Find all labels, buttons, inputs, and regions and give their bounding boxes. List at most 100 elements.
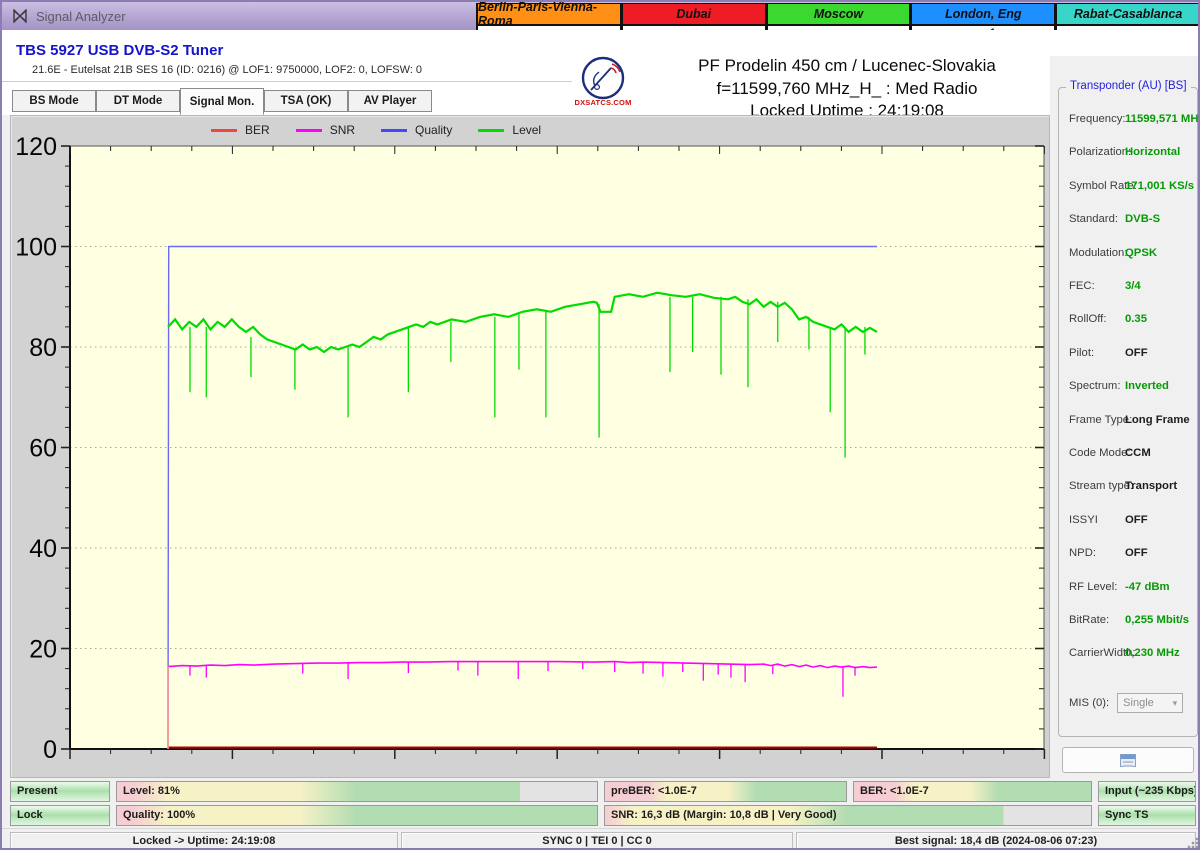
- clock-city-label: Berlin-Paris-Vienna-Roma: [478, 4, 620, 26]
- transponder-label: Polarization:: [1069, 146, 1131, 158]
- transponder-row-symbol-rate-: Symbol Rate:171,001 KS/s: [1069, 180, 1195, 196]
- transponder-label: Spectrum:: [1069, 380, 1120, 392]
- tab-av-player[interactable]: AV Player: [348, 90, 432, 112]
- transponder-value: 0,255 Mbit/s: [1125, 614, 1189, 626]
- transponder-value: OFF: [1125, 514, 1148, 526]
- transponder-row-modulation-: Modulation:QPSK: [1069, 247, 1195, 263]
- mis-select[interactable]: Single ▾: [1117, 693, 1183, 713]
- svg-text:60: 60: [29, 435, 57, 463]
- legend-item-level: Level: [478, 123, 541, 137]
- indicator-present: Present: [10, 781, 110, 802]
- transponder-row-rolloff-: RollOff: 0.35: [1069, 313, 1195, 329]
- status-sync-counters: SYNC 0 | TEI 0 | CC 0: [401, 832, 793, 850]
- transponder-value: 0.35: [1125, 313, 1147, 325]
- transponder-row-bitrate-: BitRate: 0,255 Mbit/s: [1069, 614, 1195, 630]
- svg-text:40: 40: [29, 535, 57, 563]
- status-best-signal: Best signal: 18,4 dB (2024-08-06 07:23): [796, 832, 1196, 850]
- clock-city-label: London, Eng: [912, 4, 1054, 26]
- tab-dt-mode[interactable]: DT Mode: [96, 90, 180, 112]
- transponder-value: DVB-S: [1125, 213, 1160, 225]
- tab-signal-mon-[interactable]: Signal Mon.: [180, 88, 264, 115]
- legend-label: SNR: [330, 123, 355, 137]
- legend-item-snr: SNR: [296, 123, 355, 137]
- transponder-value: Inverted: [1125, 380, 1169, 392]
- clock-city-label: Dubai: [623, 4, 765, 26]
- transponder-label: FEC:: [1069, 280, 1095, 292]
- transponder-row-stream-type-: Stream type:Transport: [1069, 480, 1195, 496]
- transponder-label: ISSYI: [1069, 514, 1098, 526]
- transponder-value: OFF: [1125, 547, 1148, 559]
- transponder-groupbox: Transponder (AU) [BS] Frequency:11599,57…: [1058, 87, 1198, 737]
- window-title: Signal Analyzer: [36, 9, 126, 24]
- transponder-value: Horizontal: [1125, 146, 1180, 158]
- transponder-row-frequency-: Frequency:11599,571 MHz: [1069, 113, 1195, 129]
- svg-text:0: 0: [43, 736, 57, 764]
- transponder-label: Stream type:: [1069, 480, 1133, 492]
- antenna-location: PF Prodelin 450 cm / Lucenec-Slovakia: [622, 56, 1072, 76]
- mis-label: MIS (0):: [1069, 697, 1109, 709]
- legend-label: Quality: [415, 123, 452, 137]
- indicator-level-meter: Level: 81%: [116, 781, 598, 802]
- clock-city-label: Rabat-Casablanca: [1057, 4, 1199, 26]
- svg-text:80: 80: [29, 334, 57, 362]
- transponder-row-rf-level-: RF Level: -47 dBm: [1069, 581, 1195, 597]
- legend-item-ber: BER: [211, 123, 270, 137]
- transponder-label: Standard:: [1069, 213, 1118, 225]
- transponder-value: 171,001 KS/s: [1125, 180, 1194, 192]
- indicator-ber-meter: BER: <1.0E-7: [853, 781, 1092, 802]
- transponder-label: Frame Type:: [1069, 414, 1132, 426]
- transponder-value: 11599,571 MHz: [1125, 113, 1200, 125]
- indicator-snr-meter: SNR: 16,3 dB (Margin: 10,8 dB | Very Goo…: [604, 805, 1092, 826]
- svg-text:120: 120: [15, 133, 57, 161]
- resize-grip[interactable]: [1187, 837, 1199, 849]
- signal-history-chart: 0 20 40 60 80 100 120: [11, 116, 1049, 777]
- frequency-service: f=11599,760 MHz_H_ : Med Radio: [622, 79, 1072, 99]
- transponder-row-npd-: NPD: OFF: [1069, 547, 1195, 563]
- signal-chart-panel: BER SNR Quality Level 0 20 40 60 80 100 120: [10, 115, 1050, 778]
- transponder-row-carrierwidth-: CarrierWidth:0,230 MHz: [1069, 647, 1195, 663]
- transponder-row-issyi: ISSYI OFF: [1069, 514, 1195, 530]
- legend-swatch: [211, 129, 237, 132]
- svg-text:100: 100: [15, 234, 57, 262]
- divider: [2, 81, 572, 82]
- indicator-input: Input (~235 Kbps): [1098, 781, 1196, 802]
- transponder-title: Transponder (AU) [BS]: [1066, 80, 1191, 92]
- legend-swatch: [381, 129, 407, 132]
- tab-bs-mode[interactable]: BS Mode: [12, 90, 96, 112]
- dxsatcs-logo: DXSATCS.COM: [572, 56, 634, 116]
- indicator-preber-meter: preBER: <1.0E-7: [604, 781, 847, 802]
- app-icon: [12, 9, 28, 23]
- transponder-label: Pilot:: [1069, 347, 1094, 359]
- transponder-row-standard-: Standard: DVB-S: [1069, 213, 1195, 229]
- tuner-title: TBS 5927 USB DVB-S2 Tuner: [16, 42, 223, 59]
- transponder-value: CCM: [1125, 447, 1151, 459]
- clock-city-label: Moscow: [768, 4, 910, 26]
- transponder-row-code-mode-: Code Mode:CCM: [1069, 447, 1195, 463]
- legend-item-quality: Quality: [381, 123, 452, 137]
- chevron-down-icon: ▾: [1173, 698, 1178, 709]
- transponder-label: NPD:: [1069, 547, 1096, 559]
- transponder-value: 3/4: [1125, 280, 1141, 292]
- transponder-value: Long Frame: [1125, 414, 1190, 426]
- status-uptime: Locked -> Uptime: 24:19:08: [10, 832, 398, 850]
- legend-label: Level: [512, 123, 541, 137]
- transponder-value: -47 dBm: [1125, 581, 1170, 593]
- transponder-value: 0,230 MHz: [1125, 647, 1180, 659]
- transponder-label: RollOff:: [1069, 313, 1106, 325]
- transponder-row-pilot-: Pilot: OFF: [1069, 347, 1195, 363]
- transponder-label: BitRate:: [1069, 614, 1109, 626]
- tab-tsa-ok-[interactable]: TSA (OK): [264, 90, 348, 112]
- legend-label: BER: [245, 123, 270, 137]
- transponder-value: QPSK: [1125, 247, 1157, 259]
- svg-text:20: 20: [29, 636, 57, 664]
- stream-list-button[interactable]: [1062, 747, 1194, 773]
- transponder-row-fec-: FEC: 3/4: [1069, 280, 1195, 296]
- signal-analyzer-window: Signal Analyzer Berlin-Paris-Vienna-Roma…: [0, 0, 1200, 850]
- tuner-subtitle: 21.6E - Eutelsat 21B SES 16 (ID: 0216) @…: [32, 64, 422, 76]
- legend-swatch: [296, 129, 322, 132]
- transponder-row-frame-type-: Frame Type:Long Frame: [1069, 414, 1195, 430]
- transponder-value: OFF: [1125, 347, 1148, 359]
- list-icon: [1120, 754, 1136, 767]
- transponder-label: RF Level:: [1069, 581, 1117, 593]
- transponder-row-spectrum-: Spectrum: Inverted: [1069, 380, 1195, 396]
